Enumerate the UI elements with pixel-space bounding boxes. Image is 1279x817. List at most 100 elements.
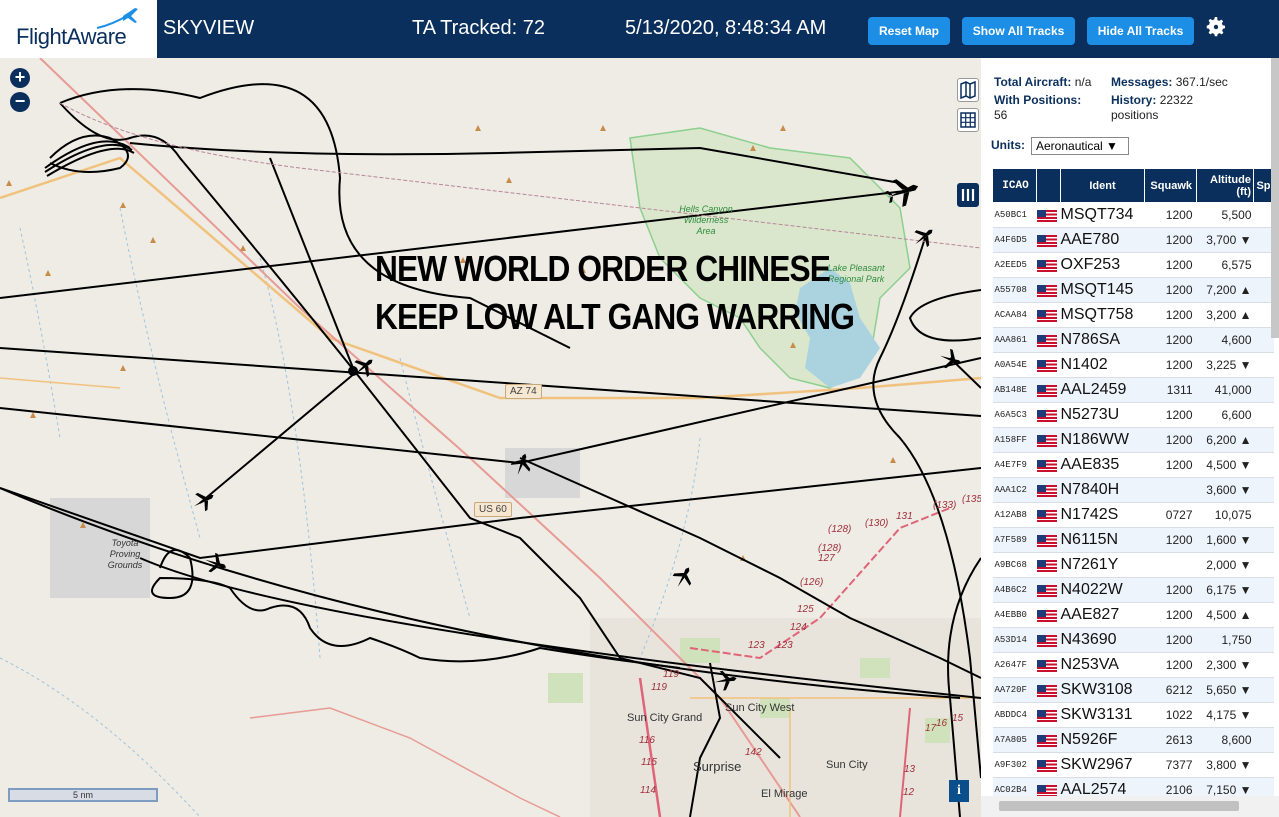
us-flag-icon bbox=[1036, 559, 1057, 572]
us-flag-icon bbox=[1036, 534, 1057, 547]
table-row[interactable]: AAA861 N786SA 1200 4,600 bbox=[992, 327, 1274, 353]
us-flag-icon bbox=[1036, 509, 1057, 522]
table-row[interactable]: A7F589 N6115N 1200 1,600 ▼ bbox=[992, 527, 1274, 553]
altitude-cell: 7,200 ▲ bbox=[1196, 277, 1254, 303]
svg-text:119: 119 bbox=[651, 682, 667, 693]
table-row[interactable]: A12AB8 N1742S 0727 10,075 bbox=[992, 502, 1274, 528]
ident-cell: N5926F bbox=[1060, 727, 1145, 753]
reset-map-button[interactable]: Reset Map bbox=[868, 17, 950, 45]
squawk-cell bbox=[1144, 552, 1197, 578]
map-layers-icon[interactable] bbox=[957, 78, 979, 102]
flag-cell bbox=[1036, 577, 1061, 603]
table-row[interactable]: A4E7F9 AAE835 1200 4,500 ▼ bbox=[992, 452, 1274, 478]
svg-text:12: 12 bbox=[903, 787, 915, 798]
table-row[interactable]: A0A54E N1402 1200 3,225 ▼ bbox=[992, 352, 1274, 378]
table-row[interactable]: A55708 MSQT145 1200 7,200 ▲ bbox=[992, 277, 1274, 303]
squawk-cell: 7377 bbox=[1144, 752, 1197, 778]
svg-text:119: 119 bbox=[663, 669, 679, 680]
speed-cell bbox=[1253, 552, 1274, 578]
squawk-cell: 1200 bbox=[1144, 652, 1197, 678]
logo[interactable]: FlightAware bbox=[0, 0, 157, 58]
table-row[interactable]: A9BC68 N7261Y 2,000 ▼ bbox=[992, 552, 1274, 578]
table-row[interactable]: ABDDC4 SKW3131 1022 4,175 ▼ bbox=[992, 702, 1274, 728]
table-row[interactable]: A7A805 N5926F 2613 8,600 bbox=[992, 727, 1274, 753]
icao-cell: ACAA84 bbox=[992, 302, 1037, 328]
ident-cell: MSQT734 bbox=[1060, 202, 1145, 228]
altitude-cell: 6,200 ▲ bbox=[1196, 427, 1254, 453]
ident-cell: SKW3108 bbox=[1060, 677, 1145, 703]
flag-cell bbox=[1036, 477, 1061, 503]
flag-cell bbox=[1036, 352, 1061, 378]
scale-bar: 5 nm bbox=[8, 788, 158, 802]
table-row[interactable]: AB148E AAL2459 1311 41,000 bbox=[992, 377, 1274, 403]
surprise-label: Surprise bbox=[693, 759, 742, 774]
speed-cell bbox=[1253, 427, 1274, 453]
flag-cell bbox=[1036, 302, 1061, 328]
us-flag-icon bbox=[1036, 584, 1057, 597]
gear-icon[interactable] bbox=[1204, 15, 1228, 39]
speed-cell bbox=[1253, 652, 1274, 678]
horizontal-scrollbar[interactable] bbox=[981, 796, 1279, 817]
tracked-count: TA Tracked: 72 bbox=[412, 17, 546, 39]
zoom-in-button[interactable]: + bbox=[10, 68, 30, 88]
us-flag-icon bbox=[1036, 384, 1057, 397]
flag-cell bbox=[1036, 502, 1061, 528]
icao-cell: A9F302 bbox=[992, 752, 1037, 778]
table-row[interactable]: A158FF N186WW 1200 6,200 ▲ bbox=[992, 427, 1274, 453]
svg-text:127: 127 bbox=[818, 553, 835, 564]
speed-cell bbox=[1253, 677, 1274, 703]
altitude-cell: 10,075 bbox=[1196, 502, 1254, 528]
ident-cell: N6115N bbox=[1060, 527, 1145, 553]
show-all-tracks-button[interactable]: Show All Tracks bbox=[962, 17, 1075, 45]
squawk-cell: 1200 bbox=[1144, 327, 1197, 353]
squawk-cell: 1200 bbox=[1144, 427, 1197, 453]
altitude-cell: 8,600 bbox=[1196, 727, 1254, 753]
svg-text:124: 124 bbox=[790, 622, 807, 633]
grid-icon[interactable] bbox=[957, 108, 979, 132]
columns-toggle-icon[interactable] bbox=[957, 183, 979, 207]
info-button[interactable]: i bbox=[949, 780, 969, 802]
altitude-cell: 6,600 bbox=[1196, 402, 1254, 428]
ident-cell: AAE827 bbox=[1060, 602, 1145, 628]
hide-all-tracks-button[interactable]: Hide All Tracks bbox=[1087, 17, 1194, 45]
map-view[interactable]: (128) (130) 131 (133) (135 (128) 127 (126) 12… bbox=[0, 58, 981, 817]
table-row[interactable]: AAA1C2 N7840H 3,600 ▼ bbox=[992, 477, 1274, 503]
us-flag-icon bbox=[1036, 609, 1057, 622]
col-flag[interactable] bbox=[1036, 168, 1061, 203]
table-row[interactable]: A2647F N253VA 1200 2,300 ▼ bbox=[992, 652, 1274, 678]
col-ident[interactable]: Ident bbox=[1060, 168, 1145, 203]
us-flag-icon bbox=[1036, 759, 1057, 772]
map-canvas[interactable]: (128)(130)131 (133)(135 (128)127(126) 12… bbox=[0, 58, 981, 817]
col-squawk[interactable]: Squawk bbox=[1144, 168, 1197, 203]
table-row[interactable]: ACAA84 MSQT758 1200 3,200 ▲ bbox=[992, 302, 1274, 328]
table-row[interactable]: A6A5C3 N5273U 1200 6,600 bbox=[992, 402, 1274, 428]
speed-cell bbox=[1253, 752, 1274, 778]
icao-cell: A53D14 bbox=[992, 627, 1037, 653]
zoom-out-button[interactable]: − bbox=[10, 92, 30, 112]
units-select[interactable]: Aeronautical ▼ bbox=[1031, 137, 1129, 155]
table-row[interactable]: AA720F SKW3108 6212 5,650 ▼ bbox=[992, 677, 1274, 703]
table-row[interactable]: A4F6D5 AAE780 1200 3,700 ▼ bbox=[992, 227, 1274, 253]
col-altitude[interactable]: Altitude (ft) bbox=[1196, 168, 1254, 203]
col-icao[interactable]: ICAO bbox=[992, 168, 1037, 203]
table-row[interactable]: A4EBB0 AAE827 1200 4,500 ▲ bbox=[992, 602, 1274, 628]
flag-cell bbox=[1036, 752, 1061, 778]
table-row[interactable]: A2EED5 OXF253 1200 6,575 bbox=[992, 252, 1274, 278]
total-aircraft-value: n/a bbox=[1074, 75, 1092, 89]
table-row[interactable]: A4B6C2 N4022W 1200 6,175 ▼ bbox=[992, 577, 1274, 603]
table-row[interactable]: A53D14 N43690 1200 1,750 bbox=[992, 627, 1274, 653]
vertical-scrollbar[interactable] bbox=[1271, 58, 1279, 338]
scroll-thumb[interactable] bbox=[999, 801, 1239, 811]
icao-cell: A158FF bbox=[992, 427, 1037, 453]
altitude-cell: 1,750 bbox=[1196, 627, 1254, 653]
table-row[interactable]: A50BC1 MSQT734 1200 5,500 bbox=[992, 202, 1274, 228]
icao-cell: ABDDC4 bbox=[992, 702, 1037, 728]
table-row[interactable]: A9F302 SKW2967 7377 3,800 ▼ bbox=[992, 752, 1274, 778]
svg-text:(133): (133) bbox=[933, 500, 956, 511]
us-flag-icon bbox=[1036, 284, 1057, 297]
icao-cell: A2EED5 bbox=[992, 252, 1037, 278]
flag-cell bbox=[1036, 727, 1061, 753]
overlay-caption-line1: NEW WORLD ORDER CHINESE bbox=[375, 248, 831, 289]
ident-cell: N7840H bbox=[1060, 477, 1145, 503]
az74-shield: AZ 74 bbox=[505, 384, 542, 399]
